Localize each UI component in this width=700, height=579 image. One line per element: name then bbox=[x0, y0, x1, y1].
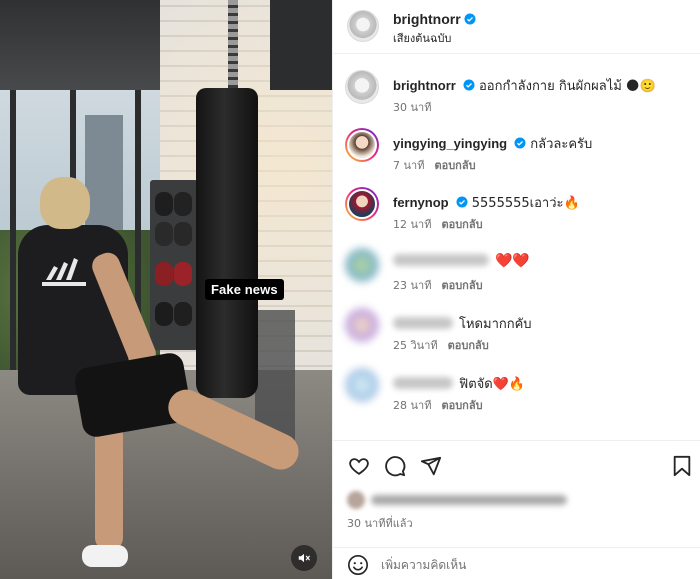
comment-time: 7 นาที bbox=[393, 159, 425, 172]
comment-time: 30 นาที bbox=[393, 101, 432, 114]
commenter-avatar[interactable] bbox=[345, 308, 379, 342]
share-icon[interactable] bbox=[419, 454, 443, 478]
commenter-avatar[interactable] bbox=[345, 187, 379, 221]
comment-text-row: fernynop 5555555เอาว่ะ🔥 bbox=[393, 192, 580, 213]
commenter-avatar[interactable] bbox=[345, 368, 379, 402]
comment-text-row: โหดมากกคับ bbox=[393, 313, 532, 334]
emoji-icon[interactable] bbox=[347, 554, 369, 576]
comment-body: โหดมากกคับ bbox=[459, 317, 532, 332]
commenter-avatar[interactable] bbox=[345, 70, 379, 104]
commenter-avatar[interactable] bbox=[345, 128, 379, 162]
comment-meta: 28 นาที ตอบกลับ bbox=[393, 396, 483, 414]
post-details-panel: brightnorr เสียงต้นฉบับ brightnorr ออกกำ… bbox=[332, 0, 700, 579]
commenter-username[interactable]: yingying_yingying bbox=[393, 136, 507, 151]
liked-by-row[interactable] bbox=[347, 489, 567, 509]
comment-meta: 30 นาที bbox=[393, 98, 431, 116]
comment-body: 5555555เอาว่ะ🔥 bbox=[471, 196, 580, 211]
comment-meta: 12 นาที ตอบกลับ bbox=[393, 215, 483, 233]
reply-button[interactable]: ตอบกลับ bbox=[441, 218, 482, 231]
bag-chain bbox=[228, 0, 238, 92]
comment-meta: 23 นาที ตอบกลับ bbox=[393, 276, 483, 294]
commenter-username-blurred bbox=[393, 317, 453, 329]
liked-by-text-blurred bbox=[371, 494, 567, 505]
comment-text-row: brightnorr ออกกำลังกาย กินผักผลไม้ 🌑🙂 bbox=[393, 75, 656, 96]
reply-button[interactable]: ตอบกลับ bbox=[441, 279, 482, 292]
author-username[interactable]: brightnorr bbox=[393, 11, 461, 27]
author-name-row: brightnorr bbox=[393, 9, 476, 28]
comment-meta: 7 นาที ตอบกลับ bbox=[393, 156, 476, 174]
comment-row: ❤️❤️ 23 นาที ตอบกลับ bbox=[333, 248, 700, 308]
person-shoe bbox=[82, 545, 128, 567]
comment-body: ออกกำลังกาย กินผักผลไม้ 🌑🙂 bbox=[478, 79, 656, 94]
comment-row: ฟิตจัด❤️🔥 28 นาที ตอบกลับ bbox=[333, 368, 700, 428]
post-header: brightnorr เสียงต้นฉบับ bbox=[333, 0, 700, 54]
comment-body: ฟิตจัด❤️🔥 bbox=[459, 377, 526, 392]
comment-time: 12 นาที bbox=[393, 218, 432, 231]
bookmark-icon[interactable] bbox=[670, 454, 694, 478]
boxing-glove bbox=[174, 222, 192, 246]
audio-label[interactable]: เสียงต้นฉบับ bbox=[393, 29, 451, 47]
post-video[interactable]: Fake news bbox=[0, 0, 332, 579]
liker-avatar bbox=[347, 490, 365, 509]
verified-badge-icon bbox=[464, 13, 476, 25]
reply-button[interactable]: ตอบกลับ bbox=[448, 339, 489, 352]
commenter-avatar[interactable] bbox=[345, 248, 379, 282]
comment-meta: 25 วินาที ตอบกลับ bbox=[393, 336, 489, 354]
boxing-glove bbox=[174, 302, 192, 326]
commenter-username[interactable]: fernynop bbox=[393, 195, 449, 210]
comment-text-row: ฟิตจัด❤️🔥 bbox=[393, 373, 525, 394]
author-avatar[interactable] bbox=[347, 10, 379, 42]
comment-body: ❤️❤️ bbox=[495, 253, 530, 269]
boxing-glove bbox=[174, 262, 192, 286]
comment-time: 28 นาที bbox=[393, 399, 432, 412]
boxing-glove bbox=[155, 222, 173, 246]
comment-icon[interactable] bbox=[383, 454, 407, 478]
window-frame bbox=[10, 90, 16, 380]
comment-composer bbox=[333, 547, 700, 579]
comment-time: 23 นาที bbox=[393, 279, 432, 292]
shirt-logo-icon bbox=[42, 258, 86, 286]
punching-bag bbox=[196, 88, 258, 398]
comment-text-row: ❤️❤️ bbox=[393, 253, 530, 269]
comment-row: โหดมากกคับ 25 วินาที ตอบกลับ bbox=[333, 308, 700, 368]
video-caption: Fake news bbox=[205, 279, 284, 300]
person-leg bbox=[95, 420, 123, 550]
person-head bbox=[40, 177, 90, 229]
comment-row: yingying_yingying กลัวละครับ 7 นาที ตอบกล… bbox=[333, 128, 700, 188]
comment-text-row: yingying_yingying กลัวละครับ bbox=[393, 133, 592, 154]
add-comment-input[interactable] bbox=[381, 554, 681, 576]
comment-body: กลัวละครับ bbox=[530, 137, 593, 152]
commenter-username-blurred bbox=[393, 254, 489, 266]
reply-button[interactable]: ตอบกลับ bbox=[441, 399, 482, 412]
boxing-glove bbox=[155, 262, 173, 286]
commenter-username-blurred bbox=[393, 377, 453, 389]
boxing-glove bbox=[155, 192, 173, 216]
comment-row: fernynop 5555555เอาว่ะ🔥 12 นาที ตอบกลับ bbox=[333, 187, 700, 247]
post-actions: 30 นาทีที่แล้ว bbox=[333, 440, 700, 579]
comment-row: brightnorr ออกกำลังกาย กินผักผลไม้ 🌑🙂 30… bbox=[333, 70, 700, 130]
verified-badge-icon bbox=[514, 137, 526, 149]
verified-badge-icon bbox=[463, 79, 475, 91]
heart-icon[interactable] bbox=[347, 454, 371, 478]
post-time-ago[interactable]: 30 นาทีที่แล้ว bbox=[347, 514, 413, 532]
comments-list[interactable]: brightnorr ออกกำลังกาย กินผักผลไม้ 🌑🙂 30… bbox=[333, 55, 700, 440]
boxing-glove bbox=[155, 302, 173, 326]
ceiling-beam bbox=[270, 0, 332, 90]
boxing-glove bbox=[174, 192, 192, 216]
commenter-username[interactable]: brightnorr bbox=[393, 78, 456, 93]
speaker-muted-icon[interactable] bbox=[291, 545, 317, 571]
comment-time: 25 วินาที bbox=[393, 339, 438, 352]
reply-button[interactable]: ตอบกลับ bbox=[434, 159, 475, 172]
verified-badge-icon bbox=[456, 196, 468, 208]
